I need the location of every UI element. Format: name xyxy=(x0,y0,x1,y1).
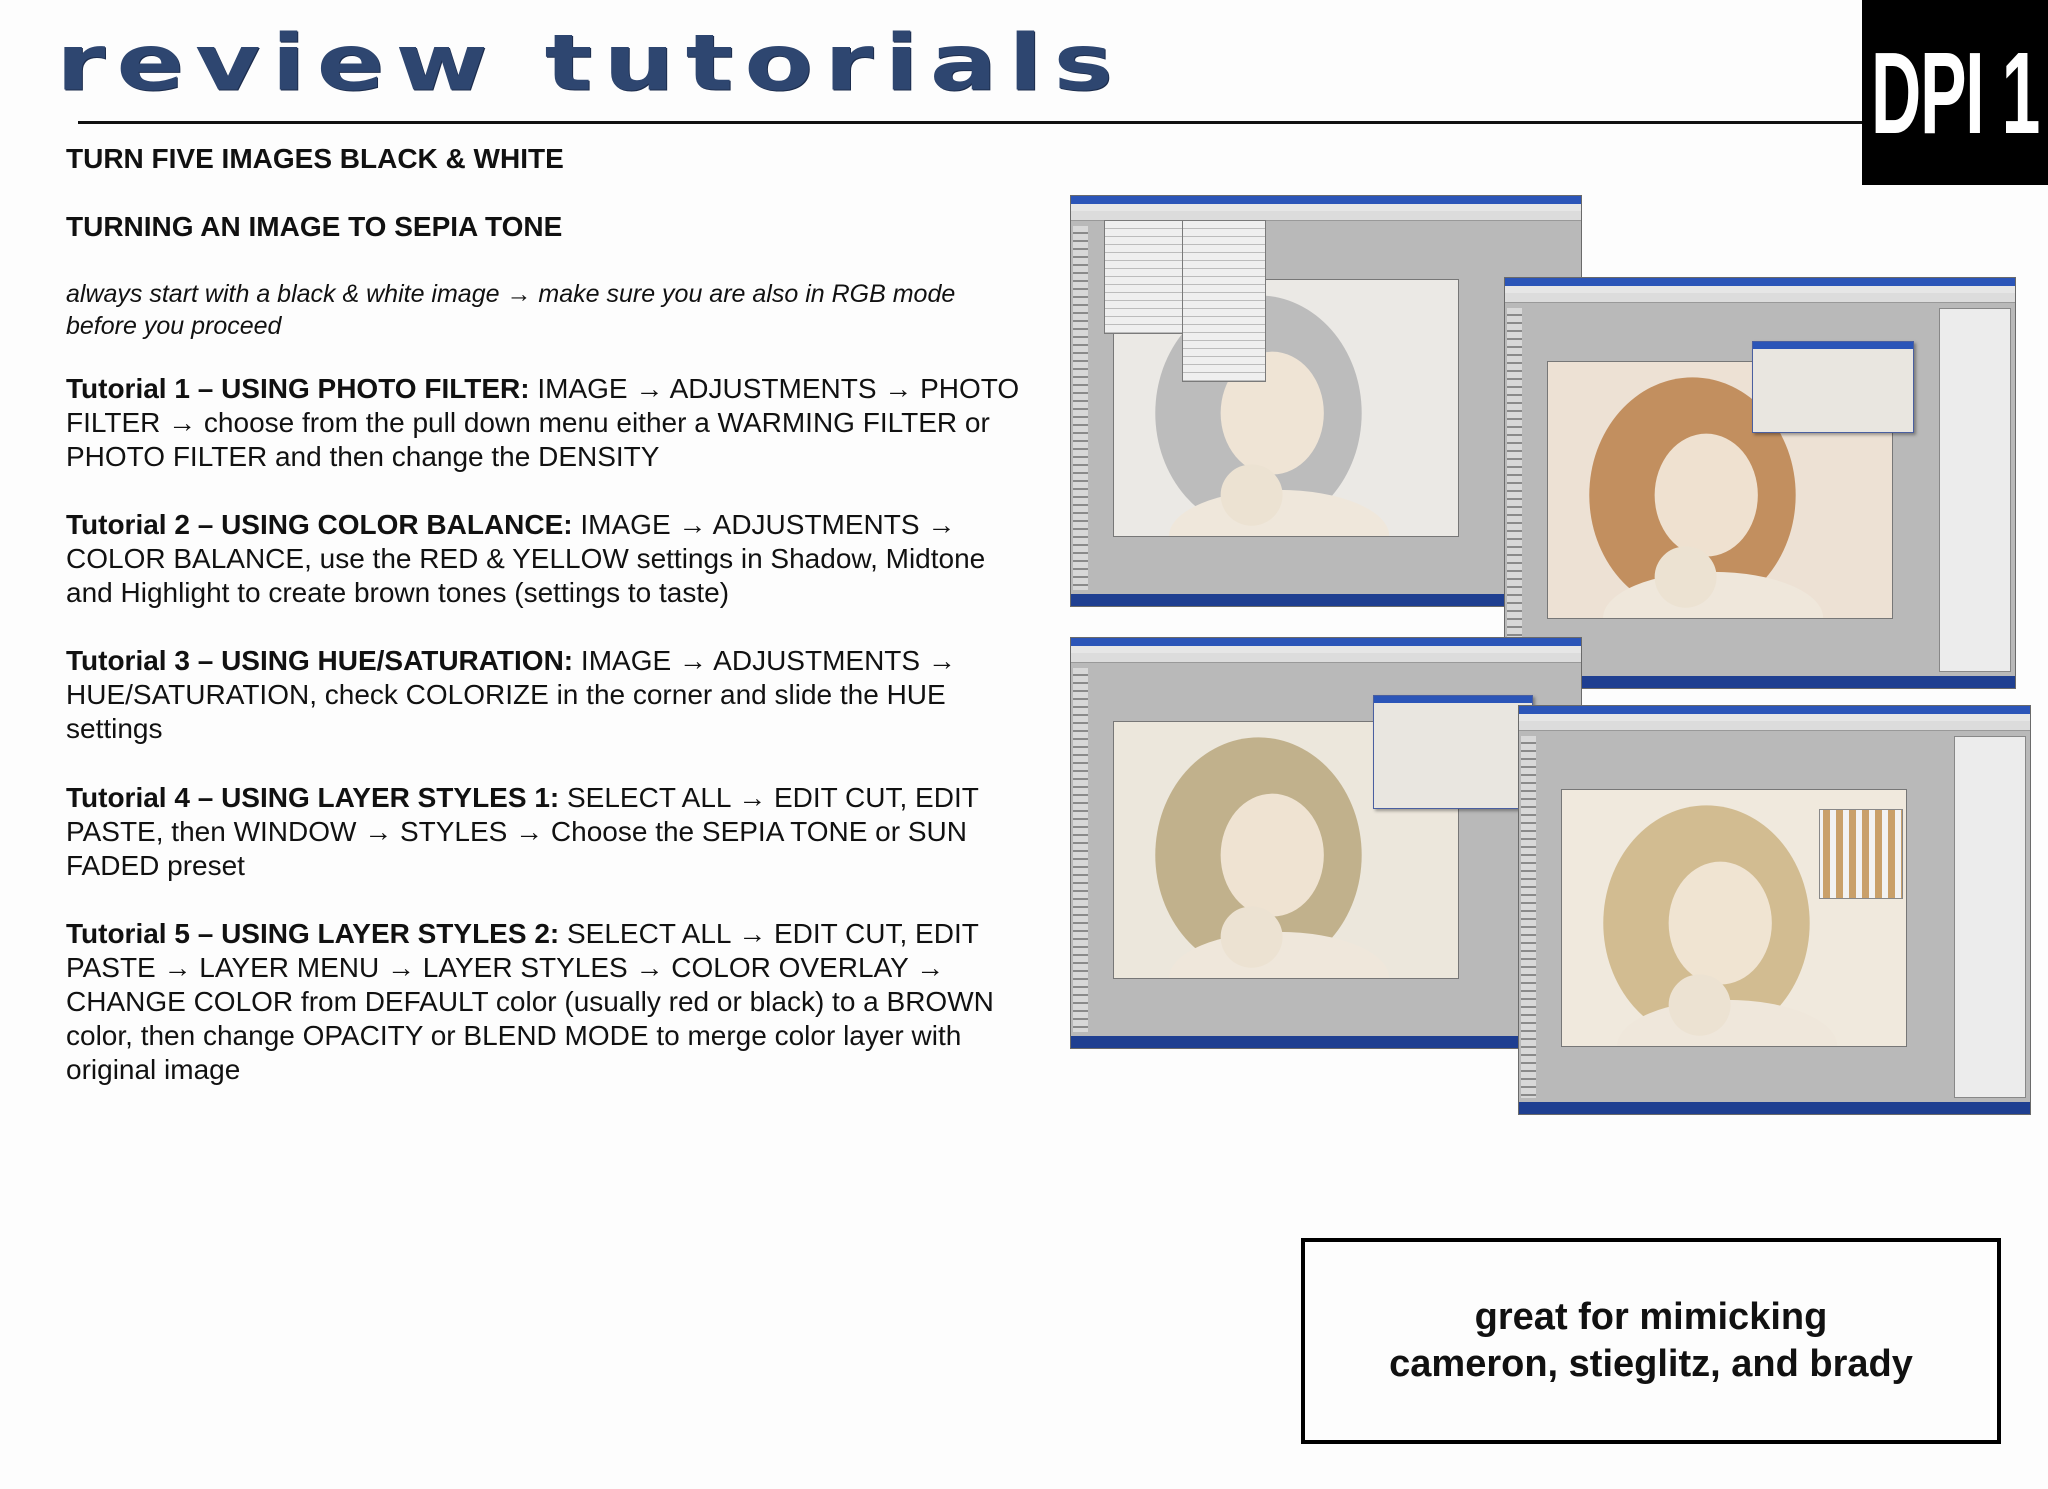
screenshot-photo-filter xyxy=(1504,277,2016,689)
photoshop-window xyxy=(1070,637,1582,1049)
tools-palette xyxy=(1073,668,1088,1032)
layers-palette xyxy=(1939,308,2011,672)
window-menubar xyxy=(1505,286,2015,293)
taskbar xyxy=(1071,1036,1581,1048)
assignment-heading: TURN FIVE IMAGES BLACK & WHITE xyxy=(66,143,564,174)
tutorial-4-title: Tutorial 4 – USING LAYER STYLES 1: xyxy=(66,782,560,813)
intro-note: always start with a black & white image … xyxy=(66,280,956,340)
styles-palette xyxy=(1819,809,1903,899)
photoshop-window xyxy=(1518,705,2031,1115)
tutorial-2-title: Tutorial 2 – USING COLOR BALANCE: xyxy=(66,509,573,540)
tutorial-5: Tutorial 5 – USING LAYER STYLES 2: SELEC… xyxy=(66,917,1026,1087)
tutorial-4: Tutorial 4 – USING LAYER STYLES 1: SELEC… xyxy=(66,781,1026,883)
window-menubar xyxy=(1071,646,1581,653)
window-titlebar xyxy=(1519,706,2030,714)
window-options-bar xyxy=(1519,721,2030,731)
window-titlebar xyxy=(1505,278,2015,286)
tutorial-5-title: Tutorial 5 – USING LAYER STYLES 2: xyxy=(66,918,560,949)
tools-palette xyxy=(1073,226,1088,590)
photoshop-window xyxy=(1504,277,2016,689)
adjustments-submenu xyxy=(1182,220,1266,382)
screenshot-hue-saturation xyxy=(1070,637,1582,1049)
window-titlebar xyxy=(1071,638,1581,646)
course-badge-label: DPI 1 xyxy=(1870,27,2040,158)
note-line-2: cameron, stieglitz, and brady xyxy=(1389,1343,1913,1385)
header-divider xyxy=(78,121,1863,124)
tutorial-2: Tutorial 2 – USING COLOR BALANCE: IMAGE … xyxy=(66,508,1026,610)
hue-saturation-dialog xyxy=(1373,695,1533,809)
tools-palette xyxy=(1521,736,1536,1098)
photo-filter-dialog xyxy=(1752,341,1914,433)
window-menubar xyxy=(1071,204,1581,211)
tutorial-3-title: Tutorial 3 – USING HUE/SATURATION: xyxy=(66,645,574,676)
tutorial-1: Tutorial 1 – USING PHOTO FILTER: IMAGE →… xyxy=(66,372,1026,474)
window-menubar xyxy=(1519,714,2030,721)
layers-palette xyxy=(1954,736,2026,1098)
window-titlebar xyxy=(1071,196,1581,204)
note-box: great for mimicking cameron, stieglitz, … xyxy=(1301,1238,2001,1444)
note-line-1: great for mimicking xyxy=(1474,1296,1828,1338)
page-title: review tutorials xyxy=(56,16,1124,109)
taskbar xyxy=(1519,1102,2030,1114)
tutorial-3: Tutorial 3 – USING HUE/SATURATION: IMAGE… xyxy=(66,644,1026,746)
tutorial-1-title: Tutorial 1 – USING PHOTO FILTER: xyxy=(66,373,530,404)
screenshot-layer-styles xyxy=(1518,705,2031,1115)
tools-palette xyxy=(1507,308,1522,672)
section-heading: TURNING AN IMAGE TO SEPIA TONE xyxy=(66,211,563,242)
image-menu-dropdown xyxy=(1104,220,1184,334)
window-options-bar xyxy=(1071,653,1581,663)
course-badge: DPI 1 xyxy=(1862,0,2048,185)
window-options-bar xyxy=(1505,293,2015,303)
